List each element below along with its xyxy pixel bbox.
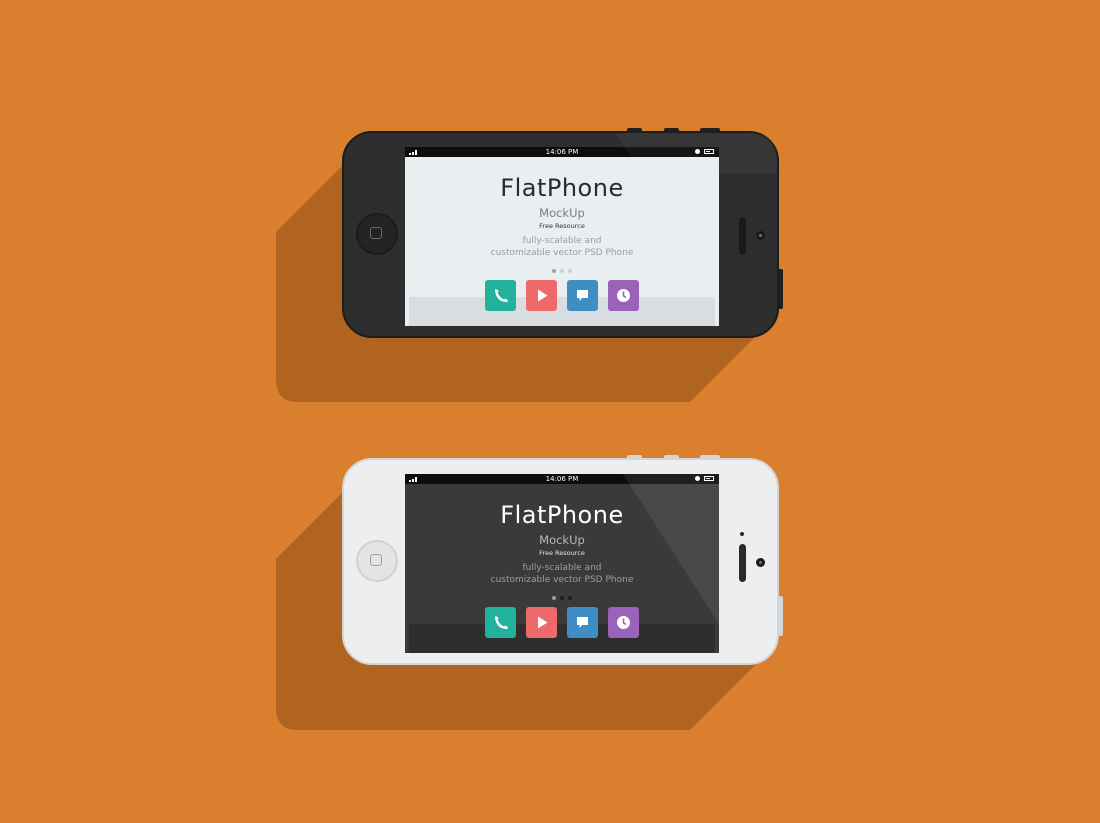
clock-app-button[interactable] — [608, 607, 639, 638]
volume-button — [664, 455, 679, 460]
speaker-grille — [739, 544, 746, 582]
black-phone-shadow — [276, 160, 779, 730]
home-square-icon — [370, 554, 382, 566]
front-camera-icon — [756, 558, 765, 567]
volume-button — [627, 455, 642, 460]
phone-screen: 14:06 PM FlatPhone MockUp Free Resource … — [405, 474, 719, 653]
clock-icon — [617, 616, 630, 629]
video-app-button[interactable] — [526, 607, 557, 638]
black-phone: 14:06 PM FlatPhone MockUp Free Resource … — [342, 128, 783, 338]
play-icon — [538, 616, 548, 629]
message-icon — [577, 617, 588, 628]
mute-switch — [778, 596, 783, 636]
white-phone: 14:06 PM FlatPhone MockUp Free Resource … — [342, 455, 783, 665]
phone-icon — [495, 616, 508, 629]
message-app-button[interactable] — [567, 607, 598, 638]
app-row — [405, 607, 719, 638]
mockup-canvas: 14:06 PM FlatPhone MockUp Free Resource … — [0, 0, 1100, 823]
phone-app-button[interactable] — [485, 607, 516, 638]
home-button[interactable] — [356, 540, 398, 582]
proximity-sensor — [740, 532, 744, 536]
power-button — [700, 455, 720, 460]
glass-glare — [614, 133, 777, 173]
